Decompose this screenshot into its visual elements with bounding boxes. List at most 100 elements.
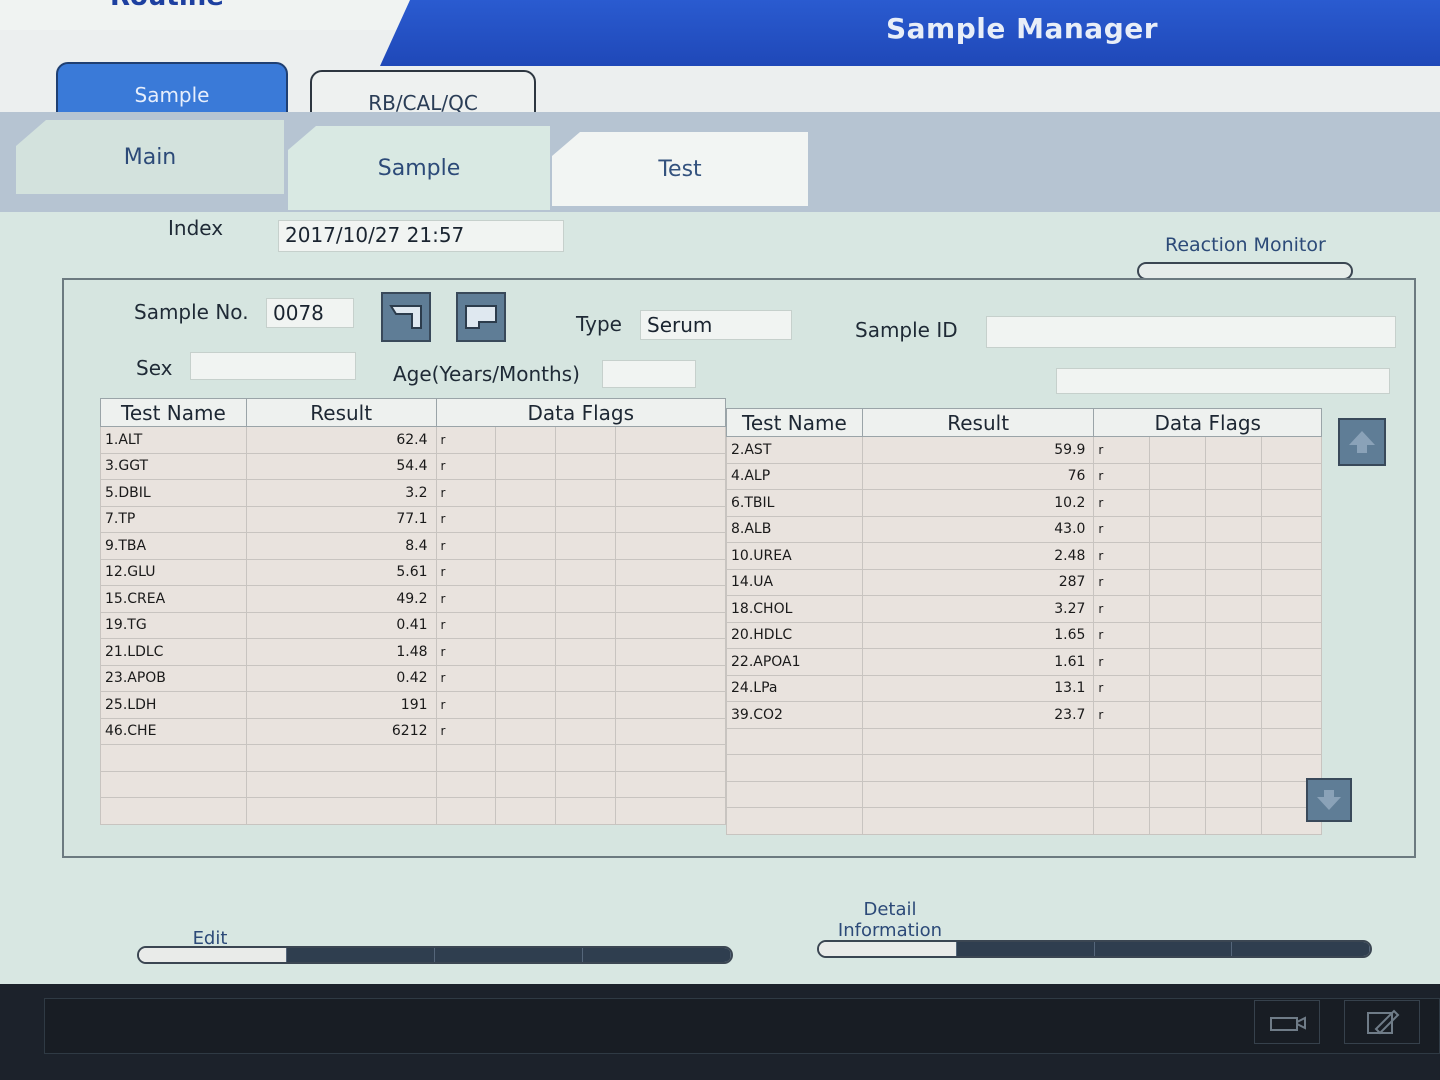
table-row[interactable]: 2.AST 59.9 r: [726, 436, 1322, 464]
tab-test[interactable]: Test: [552, 132, 808, 206]
age-field[interactable]: [602, 360, 696, 388]
table-row[interactable]: 5.DBIL 3.2 r: [100, 479, 726, 507]
data-flag-cell: [555, 585, 617, 613]
table-row[interactable]: 14.UA 287 r: [726, 568, 1322, 596]
col-data-flags[interactable]: Data Flags: [435, 398, 727, 427]
result-cell: 3.27: [861, 595, 1095, 623]
data-flag-cell: [495, 770, 557, 798]
table-row[interactable]: [726, 807, 1322, 835]
table-row[interactable]: 8.ALB 43.0 r: [726, 515, 1322, 543]
detail-segment[interactable]: [1232, 942, 1370, 956]
col-test-name[interactable]: Test Name: [726, 408, 863, 437]
data-flag-cell: [1149, 621, 1207, 649]
next-sample-button[interactable]: [456, 292, 506, 342]
col-test-name[interactable]: Test Name: [100, 398, 247, 427]
table-row[interactable]: [726, 754, 1322, 782]
results-table-right: Test Name Result Data Flags 2.AST 59.9 r 4.…: [726, 408, 1322, 835]
table-row[interactable]: 12.GLU 5.61 r: [100, 558, 726, 586]
result-cell: 77.1: [245, 505, 437, 533]
edit-button-bar[interactable]: [137, 946, 733, 964]
printer-button[interactable]: [1254, 1000, 1320, 1044]
edit-tool-button[interactable]: [1344, 1000, 1420, 1044]
table-row[interactable]: 19.TG 0.41 r: [100, 611, 726, 639]
table-row[interactable]: [726, 727, 1322, 755]
table-row[interactable]: [100, 744, 726, 772]
edit-segment[interactable]: [139, 948, 287, 962]
data-flag-cell: [615, 505, 726, 533]
routine-tab[interactable]: Routine: [110, 0, 224, 12]
data-flag-cell: [555, 479, 617, 507]
data-flag-cell: [1261, 621, 1322, 649]
scroll-down-button[interactable]: [1306, 778, 1352, 822]
table-row[interactable]: [100, 770, 726, 798]
sample-no-field[interactable]: 0078: [266, 298, 354, 328]
previous-sample-button[interactable]: [381, 292, 431, 342]
table-row[interactable]: 24.LPa 13.1 r: [726, 674, 1322, 702]
edit-segment[interactable]: [583, 948, 731, 962]
data-flag-cell: [1149, 807, 1207, 835]
table-row[interactable]: 6.TBIL 10.2 r: [726, 489, 1322, 517]
type-field[interactable]: Serum: [640, 310, 792, 340]
table-row[interactable]: 23.APOB 0.42 r: [100, 664, 726, 692]
data-flag-cell: r: [435, 638, 497, 666]
sample-id-field[interactable]: [986, 316, 1396, 348]
data-flag-cell: [555, 691, 617, 719]
table-row[interactable]: [726, 780, 1322, 808]
test-name-cell: [726, 754, 863, 782]
table-row[interactable]: 9.TBA 8.4 r: [100, 532, 726, 560]
col-result[interactable]: Result: [245, 398, 437, 427]
status-message-area: [44, 998, 1440, 1054]
detail-segment[interactable]: [956, 942, 1095, 956]
table-row[interactable]: 20.HDLC 1.65 r: [726, 621, 1322, 649]
data-flag-cell: [1261, 462, 1322, 490]
result-cell: 10.2: [861, 489, 1095, 517]
table-row[interactable]: 18.CHOL 3.27 r: [726, 595, 1322, 623]
data-flag-cell: r: [1093, 674, 1151, 702]
test-name-cell: 8.ALB: [726, 515, 863, 543]
table-row[interactable]: 46.CHE 6212 r: [100, 717, 726, 745]
table-row[interactable]: 25.LDH 191 r: [100, 691, 726, 719]
edit-segment[interactable]: [435, 948, 583, 962]
result-cell: 62.4: [245, 426, 437, 454]
data-flag-cell: [1149, 462, 1207, 490]
table-row[interactable]: [100, 797, 726, 825]
data-flag-cell: r: [1093, 462, 1151, 490]
data-flag-cell: r: [1093, 436, 1151, 464]
data-flag-cell: [1149, 568, 1207, 596]
table-row[interactable]: 22.APOA1 1.61 r: [726, 648, 1322, 676]
tab-main[interactable]: Main: [16, 120, 284, 194]
table-row[interactable]: 1.ALT 62.4 r: [100, 426, 726, 454]
col-data-flags[interactable]: Data Flags: [1093, 408, 1322, 437]
sex-field[interactable]: [190, 352, 356, 380]
col-result[interactable]: Result: [861, 408, 1095, 437]
detail-segment[interactable]: [1094, 942, 1233, 956]
scroll-up-button[interactable]: [1338, 418, 1386, 466]
age-label: Age(Years/Months): [393, 362, 580, 386]
table-row[interactable]: 21.LDLC 1.48 r: [100, 638, 726, 666]
table-row[interactable]: 15.CREA 49.2 r: [100, 585, 726, 613]
result-cell: [245, 797, 437, 825]
table-row[interactable]: 39.CO2 23.7 r: [726, 701, 1322, 729]
forward-arrow-icon: [465, 305, 497, 329]
data-flag-cell: [1205, 436, 1263, 464]
data-flag-cell: [615, 664, 726, 692]
result-cell: [245, 744, 437, 772]
detail-button-bar[interactable]: [817, 940, 1372, 958]
data-flag-cell: [1149, 595, 1207, 623]
data-flag-cell: [1205, 648, 1263, 676]
table-row[interactable]: 3.GGT 54.4 r: [100, 452, 726, 480]
extra-info-field[interactable]: [1056, 368, 1390, 394]
test-name-cell: [726, 780, 863, 808]
table-row[interactable]: 7.TP 77.1 r: [100, 505, 726, 533]
tab-sample[interactable]: Sample: [288, 126, 550, 210]
table-row[interactable]: 4.ALP 76 r: [726, 462, 1322, 490]
table-row[interactable]: 10.UREA 2.48 r: [726, 542, 1322, 570]
sample-id-label: Sample ID: [855, 318, 958, 342]
data-flag-cell: [495, 505, 557, 533]
detail-segment[interactable]: [819, 942, 957, 956]
data-flag-cell: r: [435, 691, 497, 719]
edit-segment[interactable]: [287, 948, 435, 962]
result-cell: 3.2: [245, 479, 437, 507]
index-field[interactable]: 2017/10/27 21:57: [278, 220, 564, 252]
test-name-cell: 14.UA: [726, 568, 863, 596]
